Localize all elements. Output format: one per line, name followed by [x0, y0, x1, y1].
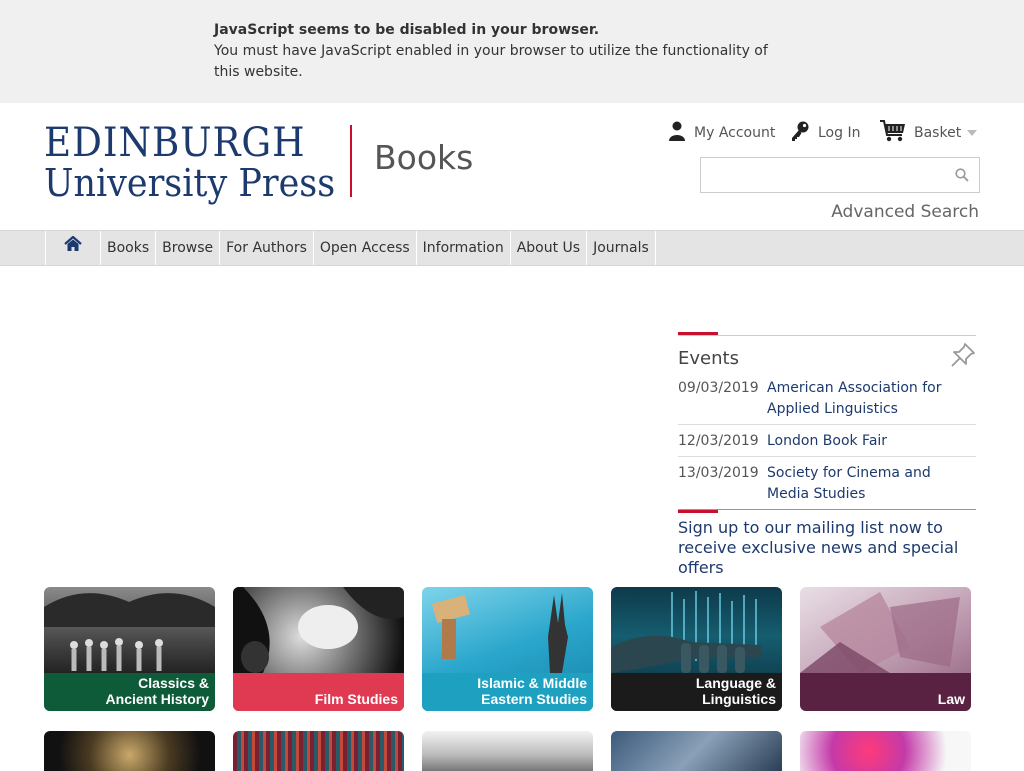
- event-link[interactable]: London Book Fair: [767, 431, 887, 452]
- tile-label: Film Studies: [314, 691, 398, 707]
- mailing-list-link[interactable]: Sign up to our mailing list now to recei…: [678, 518, 976, 578]
- subject-tile-islamic-middle-eastern[interactable]: Islamic & Middle Eastern Studies: [422, 587, 593, 711]
- subject-tile-classics[interactable]: Classics & Ancient History: [44, 587, 215, 711]
- noscript-title: JavaScript seems to be disabled in your …: [214, 22, 600, 38]
- subject-tile-row2-2[interactable]: [233, 731, 404, 771]
- my-account-link[interactable]: My Account: [668, 121, 775, 145]
- key-icon: [790, 120, 810, 146]
- basket-label: Basket: [914, 125, 962, 141]
- chevron-down-icon: [967, 130, 978, 136]
- site-header: EDINBURGH University Press Books My Acco…: [0, 103, 1024, 230]
- subject-tile-language-linguistics[interactable]: Language & Linguistics: [611, 587, 782, 711]
- tile-label: Law: [937, 691, 965, 707]
- event-date: 09/03/2019: [678, 380, 759, 396]
- tile-label: Islamic & Middle Eastern Studies: [477, 675, 587, 707]
- event-link[interactable]: American Association for Applied Linguis…: [767, 378, 976, 420]
- noscript-banner: JavaScript seems to be disabled in your …: [0, 0, 1024, 103]
- main-nav: Books Browse For Authors Open Access Inf…: [0, 230, 1024, 266]
- site-logo[interactable]: EDINBURGH University Press Books: [44, 122, 484, 212]
- nav-for-authors[interactable]: For Authors: [219, 231, 313, 265]
- log-in-label: Log In: [818, 125, 861, 141]
- events-title: Events: [678, 348, 739, 369]
- subject-tile-row2-4[interactable]: [611, 731, 782, 771]
- user-icon: [668, 121, 686, 145]
- nav-journals[interactable]: Journals: [586, 231, 656, 265]
- search-icon[interactable]: [955, 167, 969, 186]
- subject-tile-law[interactable]: Law: [800, 587, 971, 711]
- nav-browse[interactable]: Browse: [155, 231, 219, 265]
- logo-line2: University Press: [44, 161, 336, 205]
- event-item: 13/03/2019 Society for Cinema and Media …: [678, 457, 976, 510]
- event-item: 09/03/2019 American Association for Appl…: [678, 372, 976, 425]
- subject-tile-row2-3[interactable]: [422, 731, 593, 771]
- subject-tile-film-studies[interactable]: Film Studies: [233, 587, 404, 711]
- events-panel: Events 09/03/2019 American Association f…: [678, 332, 976, 513]
- subject-tile-row2-5[interactable]: [800, 731, 971, 771]
- nav-about-us[interactable]: About Us: [509, 231, 586, 265]
- tile-label: Classics & Ancient History: [105, 675, 209, 707]
- pin-icon[interactable]: [950, 342, 976, 372]
- nav-open-access[interactable]: Open Access: [312, 231, 416, 265]
- tile-label: Language & Linguistics: [695, 675, 776, 707]
- noscript-message: You must have JavaScript enabled in your…: [214, 43, 768, 80]
- my-account-label: My Account: [694, 125, 776, 141]
- search-input[interactable]: [701, 158, 941, 192]
- logo-section: Books: [374, 138, 474, 177]
- event-item: 12/03/2019 London Book Fair: [678, 425, 976, 457]
- event-date: 12/03/2019: [678, 433, 759, 449]
- search-box: [700, 157, 980, 193]
- subject-tile-row2-1[interactable]: [44, 731, 215, 771]
- logo-line1: EDINBURGH: [44, 120, 306, 166]
- logo-divider: [350, 125, 352, 197]
- log-in-link[interactable]: Log In: [790, 121, 860, 145]
- advanced-search-link[interactable]: Advanced Search: [831, 202, 979, 222]
- nav-information[interactable]: Information: [415, 231, 510, 265]
- nav-home[interactable]: [45, 231, 100, 265]
- nav-books[interactable]: Books: [100, 231, 155, 265]
- event-link[interactable]: Society for Cinema and Media Studies: [767, 463, 976, 505]
- home-icon: [64, 231, 82, 265]
- event-date: 13/03/2019: [678, 465, 759, 481]
- basket-link[interactable]: Basket: [880, 119, 978, 147]
- events-bottom-accent: [678, 510, 718, 513]
- cart-icon: [880, 119, 906, 147]
